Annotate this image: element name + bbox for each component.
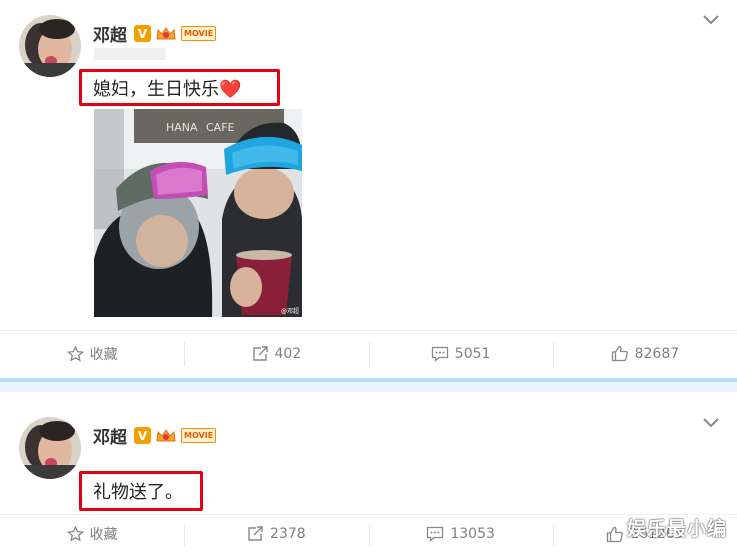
chevron-down-icon[interactable] <box>703 15 719 25</box>
sign-hana: HANA <box>166 121 198 134</box>
thumbs-up-icon <box>606 526 624 542</box>
sign-cafe: CAFE <box>206 121 235 134</box>
post-separator <box>0 378 737 392</box>
username[interactable]: 邓超 <box>93 21 127 46</box>
verified-badge-icon: V <box>134 427 151 444</box>
post-text-highlight: 媳妇，生日快乐❤️ <box>79 69 280 106</box>
crown-badge-icon <box>155 25 177 42</box>
user-avatar[interactable] <box>19 417 81 479</box>
movie-badge-icon: MOVIE <box>181 428 217 443</box>
verified-badge-icon: V <box>134 25 151 42</box>
star-icon <box>66 345 84 362</box>
favorite-button[interactable]: 收藏 <box>0 331 184 376</box>
comment-button[interactable]: 13053 <box>368 515 553 553</box>
movie-badge-icon: MOVIE <box>181 26 217 41</box>
weibo-post-1: 邓超 V MOVIE 媳妇，生日快乐❤️ HANA CAFE @邓超 收藏 40… <box>0 0 737 378</box>
repost-button[interactable]: 402 <box>184 331 368 376</box>
site-watermark: 娱乐最小编 <box>626 518 727 540</box>
username[interactable]: 邓超 <box>93 423 127 448</box>
repost-count: 402 <box>274 345 302 362</box>
comment-count: 13053 <box>450 526 495 542</box>
repost-button[interactable]: 2378 <box>184 515 368 553</box>
share-icon <box>252 345 268 361</box>
post-text: 媳妇，生日快乐❤️ <box>93 78 242 100</box>
repost-count: 2378 <box>270 526 306 542</box>
share-icon <box>248 526 263 541</box>
post-text: 礼物送了。 <box>93 482 183 503</box>
favorite-button[interactable]: 收藏 <box>0 515 184 553</box>
user-avatar[interactable] <box>19 15 81 77</box>
post-photo[interactable]: HANA CAFE @邓超 <box>94 109 302 317</box>
comment-icon <box>427 526 444 542</box>
user-header: 邓超 V MOVIE <box>93 423 217 448</box>
like-button[interactable]: 82687 <box>552 331 737 376</box>
comment-icon <box>431 346 448 362</box>
favorite-label: 收藏 <box>89 527 118 543</box>
post-text-highlight: 礼物送了。 <box>79 471 203 511</box>
favorite-label: 收藏 <box>89 346 118 363</box>
star-icon <box>66 526 84 542</box>
comment-count: 5051 <box>454 345 491 362</box>
crown-badge-icon <box>155 427 177 444</box>
chevron-down-icon[interactable] <box>703 418 719 428</box>
photo-credit: @邓超 <box>280 308 299 315</box>
post-meta-blurred <box>94 48 166 60</box>
user-header: 邓超 V MOVIE <box>93 21 217 46</box>
thumbs-up-icon <box>611 345 628 362</box>
comment-button[interactable]: 5051 <box>368 331 553 376</box>
post-action-bar: 收藏 402 5051 82687 <box>0 330 737 376</box>
like-count: 82687 <box>634 345 680 362</box>
